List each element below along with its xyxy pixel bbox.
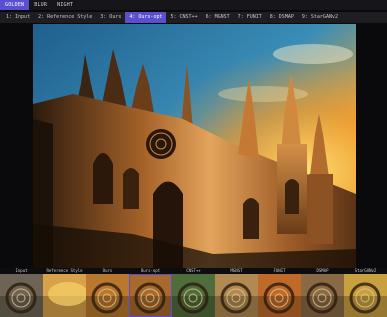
thumbnail-image <box>172 274 215 317</box>
tab-ours[interactable]: 3: Ours <box>96 12 125 23</box>
view-mode-bar: GOLDEN BLUR NIGHT <box>0 0 387 10</box>
view-mode-night-button[interactable]: NIGHT <box>52 0 78 10</box>
thumbnail-image <box>344 274 387 317</box>
thumbnail-input[interactable] <box>0 274 43 317</box>
thumbnail-image <box>43 274 86 317</box>
thumbnail-image <box>215 274 258 317</box>
thumbnail-image <box>258 274 301 317</box>
thumbnail-reference-style[interactable] <box>43 274 86 317</box>
thumbnail-starganv2[interactable] <box>344 274 387 317</box>
thumbnail-strip: Input Reference Style Ours Ours-opt CNST… <box>0 268 387 317</box>
thumbnail-image <box>301 274 344 317</box>
thumbnail-ours[interactable] <box>86 274 129 317</box>
thumbnail-image <box>129 274 172 317</box>
tab-starganv2[interactable]: 9: StarGANv2 <box>298 12 342 23</box>
tab-funit[interactable]: 7: FUNIT <box>234 12 266 23</box>
thumbnail-dsmap[interactable] <box>301 274 344 317</box>
view-mode-golden-button[interactable]: GOLDEN <box>0 0 30 10</box>
stylized-cathedral-image <box>33 24 356 268</box>
thumbnail-mgnst[interactable] <box>215 274 258 317</box>
method-tab-bar: 1: Input 2: Reference Style 3: Ours 4: O… <box>0 12 387 23</box>
thumbnail-row <box>0 274 387 317</box>
tab-ours-opt[interactable]: 4: Ours-opt <box>125 12 167 23</box>
tab-cnst[interactable]: 5: CNST++ <box>166 12 201 23</box>
thumbnail-funit[interactable] <box>258 274 301 317</box>
view-mode-blur-button[interactable]: BLUR <box>29 0 52 10</box>
thumbnail-ours-opt[interactable] <box>129 274 172 317</box>
thumbnail-image <box>0 274 43 317</box>
tab-mgnst[interactable]: 6: MGNST <box>202 12 234 23</box>
tab-dsmap[interactable]: 8: DSMAP <box>266 12 298 23</box>
tab-reference-style[interactable]: 2: Reference Style <box>34 12 96 23</box>
thumbnail-image <box>86 274 129 317</box>
tab-input[interactable]: 1: Input <box>2 12 34 23</box>
thumbnail-cnst[interactable] <box>172 274 215 317</box>
main-image-viewer[interactable] <box>33 24 356 268</box>
